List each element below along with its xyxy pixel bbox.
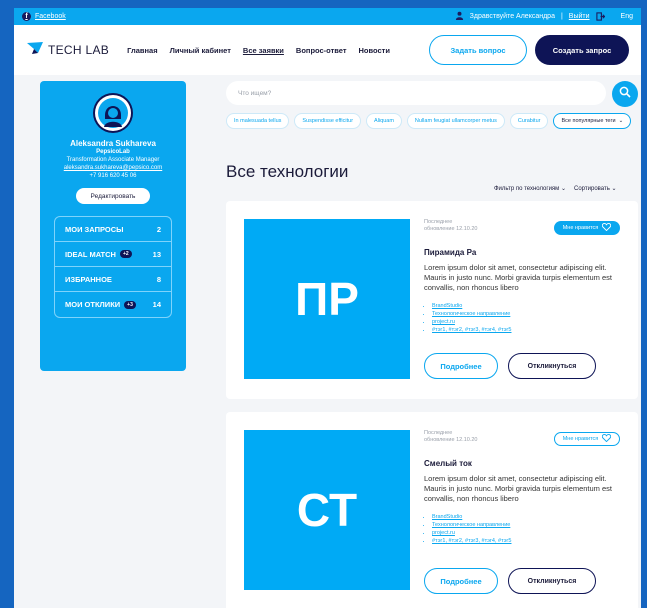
greeting-text: Здравствуйте Александра <box>469 13 555 20</box>
search-input[interactable]: Что ищем? <box>226 81 606 105</box>
search-icon <box>619 85 631 103</box>
profile-phone: +7 916 620 45 06 <box>89 173 137 179</box>
profile-name: Aleksandra Sukhareva <box>70 139 156 148</box>
direction-link[interactable]: Технологическое направление <box>432 521 511 529</box>
tag-chip[interactable]: Suspendisse efficitur <box>294 113 362 129</box>
menu-my-responses[interactable]: МОИ ОТКЛИКИ +3 14 <box>55 292 171 317</box>
nav-news[interactable]: Новости <box>359 46 390 55</box>
tag-chip[interactable]: Curabitur <box>509 113 549 129</box>
logout-icon[interactable] <box>595 12 605 21</box>
more-button[interactable]: Подробнее <box>424 568 498 594</box>
reply-button[interactable]: Откликнуться <box>508 568 596 594</box>
nav-home[interactable]: Главная <box>127 46 158 55</box>
tags-link[interactable]: #тэг1, #тэг2, #тэг3, #тэг4, #тэг5 <box>432 326 511 334</box>
menu-count: 2 <box>156 224 161 234</box>
nav-all-requests[interactable]: Все заявки <box>243 46 284 55</box>
nav-account[interactable]: Личный кабинет <box>170 46 231 55</box>
card-links: BrandStudio Технологическое направление … <box>432 302 511 334</box>
heart-icon <box>602 433 612 444</box>
profile-menu: МОИ ЗАПРОСЫ 2 IDEAL MATCH +2 13 ИЗБРАННО… <box>54 216 172 318</box>
profile-company: PepsicoLab <box>96 149 130 155</box>
card-description: Lorem ipsum dolor sit amet, consectetur … <box>424 263 612 292</box>
menu-my-requests[interactable]: МОИ ЗАПРОСЫ 2 <box>55 217 171 242</box>
language-switch[interactable]: Eng <box>621 13 633 20</box>
card-links: BrandStudio Технологическое направление … <box>432 513 511 545</box>
tech-tile[interactable]: ПР <box>244 219 410 379</box>
chevron-down-icon: ⌄ <box>560 186 567 192</box>
tag-chips: In malesuada tellus Suspendisse efficitu… <box>226 113 632 129</box>
tech-card: ПР Последнее обновление 12.10.20 Мне нра… <box>226 201 638 399</box>
top-strip-right: Здравствуйте Александра | Выйти Eng <box>455 11 633 22</box>
new-badge: +2 <box>119 250 132 258</box>
card-title[interactable]: Смелый ток <box>424 459 472 468</box>
page-title: Все технологии <box>226 162 349 181</box>
profile-role: Transformation Associate Manager <box>66 157 160 163</box>
tech-filter-dropdown[interactable]: Фильтр по технологиям ⌄ <box>494 185 566 192</box>
update-info: Последнее обновление 12.10.20 <box>424 219 478 232</box>
header-buttons: Задать вопрос Создать запрос <box>429 35 629 65</box>
popular-tags-dropdown[interactable]: Все популярные теги ⌄ <box>553 113 632 129</box>
nav-faq[interactable]: Вопрос-ответ <box>296 46 347 55</box>
edit-profile-button[interactable]: Редактировать <box>76 188 150 204</box>
direction-link[interactable]: Технологическое направление <box>432 310 511 318</box>
facebook-icon: f <box>22 12 31 21</box>
more-button[interactable]: Подробнее <box>424 353 498 379</box>
logo-icon <box>26 41 44 60</box>
logout-link[interactable]: Выйти <box>569 13 590 20</box>
main-nav: Главная Личный кабинет Все заявки Вопрос… <box>127 46 390 55</box>
brand-link[interactable]: BrandStudio <box>432 302 511 310</box>
header: TECH LAB Главная Личный кабинет Все заяв… <box>14 25 641 75</box>
profile-email[interactable]: aleksandra.sukhareva@pepsico.com <box>40 164 186 172</box>
menu-count: 8 <box>156 274 161 284</box>
create-request-button[interactable]: Создать запрос <box>535 35 629 65</box>
menu-ideal-match[interactable]: IDEAL MATCH +2 13 <box>55 242 171 267</box>
card-actions: Подробнее Откликнуться <box>424 568 596 594</box>
tech-card: СТ Последнее обновление 12.10.20 Мне нра… <box>226 412 638 608</box>
tags-link[interactable]: #тэг1, #тэг2, #тэг3, #тэг4, #тэг5 <box>432 537 511 545</box>
like-button[interactable]: Мне нравится <box>554 432 620 446</box>
menu-favorites[interactable]: ИЗБРАННОЕ 8 <box>55 267 171 292</box>
avatar <box>93 93 133 133</box>
profile-card: Aleksandra Sukhareva PepsicoLab Transfor… <box>40 81 186 371</box>
tech-tile[interactable]: СТ <box>244 430 410 590</box>
chevron-down-icon: ⌄ <box>618 118 624 124</box>
filters: Фильтр по технологиям ⌄ Сортировать ⌄ <box>494 185 617 192</box>
tag-chip[interactable]: In malesuada tellus <box>226 113 290 129</box>
menu-count: 13 <box>152 249 161 259</box>
user-icon <box>455 11 464 22</box>
facebook-link[interactable]: f Facebook <box>22 12 66 21</box>
ask-question-button[interactable]: Задать вопрос <box>429 35 527 65</box>
tag-chip[interactable]: Nullam feugiat ullamcorper metus <box>406 113 505 129</box>
page-frame: f Facebook Здравствуйте Александра | Вый… <box>14 8 641 608</box>
sort-dropdown[interactable]: Сортировать ⌄ <box>574 185 617 192</box>
tag-chip[interactable]: Aliquam <box>366 113 402 129</box>
card-actions: Подробнее Откликнуться <box>424 353 596 379</box>
card-title[interactable]: Пирамида Ра <box>424 248 476 257</box>
reply-button[interactable]: Откликнуться <box>508 353 596 379</box>
brand-link[interactable]: BrandStudio <box>432 513 511 521</box>
chevron-down-icon: ⌄ <box>611 186 617 192</box>
new-badge: +3 <box>124 300 136 309</box>
menu-count: 14 <box>152 300 161 309</box>
card-description: Lorem ipsum dolor sit amet, consectetur … <box>424 474 612 503</box>
top-strip: f Facebook Здравствуйте Александра | Вый… <box>14 8 641 25</box>
update-info: Последнее обновление 12.10.20 <box>424 430 478 443</box>
like-button[interactable]: Мне нравится <box>554 221 620 235</box>
project-link[interactable]: project.ru <box>432 318 511 326</box>
logo-text: TECH LAB <box>48 43 110 57</box>
logo[interactable]: TECH LAB <box>26 41 109 60</box>
heart-icon <box>602 222 612 233</box>
project-link[interactable]: project.ru <box>432 529 511 537</box>
search-button[interactable] <box>612 81 638 107</box>
